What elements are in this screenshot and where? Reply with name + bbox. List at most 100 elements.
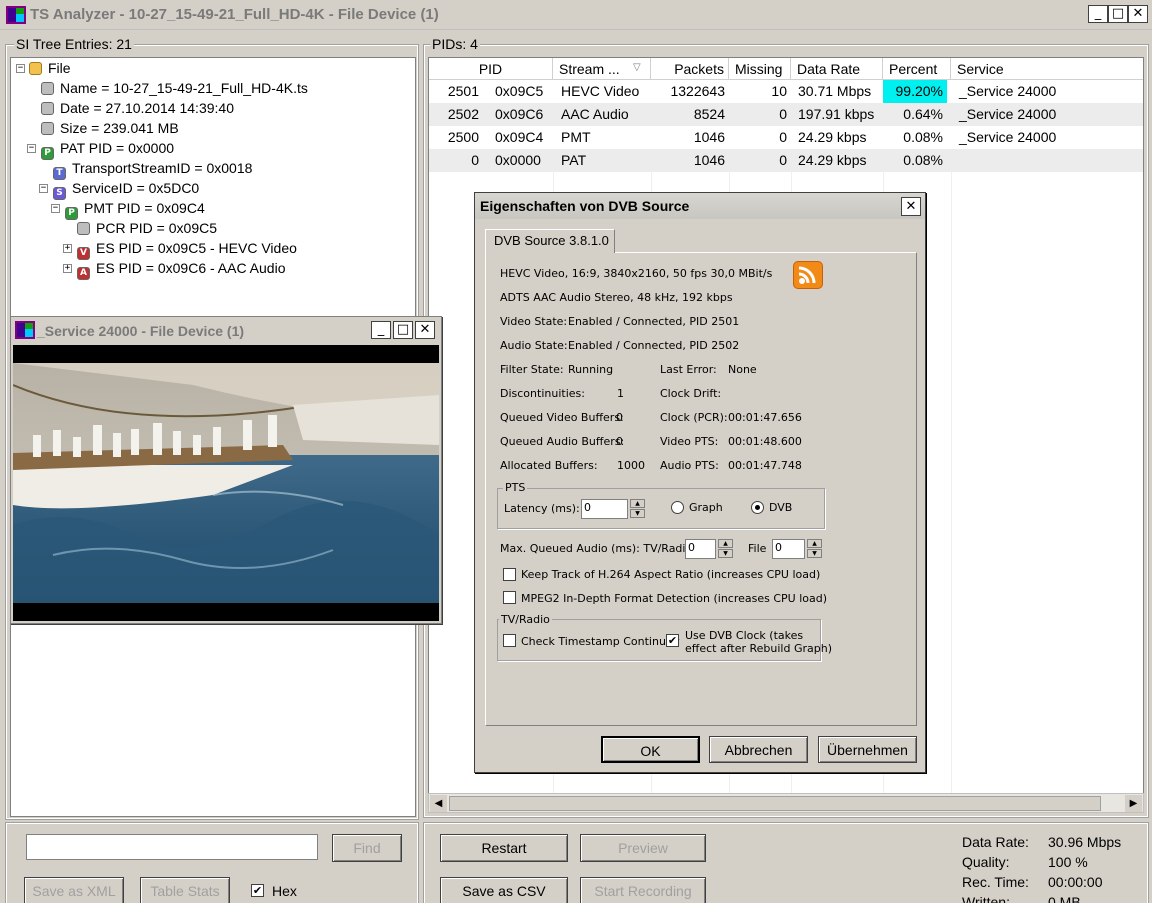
use-dvb-clock-checkbox[interactable]: ✔ — [666, 634, 679, 647]
video-maximize-button[interactable]: □ — [393, 321, 413, 339]
queued-audio-value: 0 — [616, 435, 623, 448]
audio-state-label: Audio State: — [500, 339, 568, 352]
tree-node-date[interactable]: Date = 27.10.2014 14:39:40 — [41, 98, 234, 118]
tree-expand-icon[interactable]: + — [63, 244, 72, 253]
tree-collapse-icon[interactable]: − — [51, 204, 60, 213]
column-header-percent[interactable]: Percent — [883, 58, 951, 80]
column-header-packets[interactable]: Packets — [651, 58, 729, 80]
latency-down-icon[interactable]: ▼ — [630, 509, 645, 518]
tree-node-pmt[interactable]: P PMT PID = 0x09C4 — [65, 198, 205, 220]
latency-up-icon[interactable]: ▲ — [630, 499, 645, 508]
audio-state-value: Enabled / Connected, PID 2502 — [568, 339, 740, 352]
tree-node-name[interactable]: Name = 10-27_15-49-21_Full_HD-4K.ts — [41, 78, 308, 98]
tree-node-pcr[interactable]: PCR PID = 0x09C5 — [77, 218, 217, 238]
scroll-right-icon[interactable]: ▶ — [1125, 795, 1142, 812]
tree-node-tsid[interactable]: T TransportStreamID = 0x0018 — [53, 158, 252, 180]
close-button[interactable]: ✕ — [1128, 5, 1148, 23]
mpeg2-label: MPEG2 In-Depth Format Detection (increas… — [521, 592, 828, 605]
discontinuities-value: 1 — [617, 387, 624, 400]
tv-up-icon[interactable]: ▲ — [718, 539, 733, 548]
tree-expand-icon[interactable]: + — [63, 264, 72, 273]
horizontal-scrollbar[interactable]: ◀ ▶ — [428, 793, 1144, 813]
save-as-csv-button[interactable]: Save as CSV — [440, 877, 568, 903]
audio-pts-value: 00:01:47.748 — [728, 459, 802, 472]
preview-button[interactable]: Preview — [580, 834, 706, 862]
allocated-buffers-label: Allocated Buffers: — [500, 459, 598, 472]
missing-cell: 0 — [779, 129, 787, 145]
column-header-pid[interactable]: PID — [429, 58, 553, 80]
table-stats-button[interactable]: Table Stats — [140, 877, 230, 903]
video-state-label: Video State: — [500, 315, 568, 328]
last-error-value: None — [728, 363, 757, 376]
tree-node-es-audio[interactable]: A ES PID = 0x09C6 - AAC Audio — [77, 258, 286, 280]
scroll-left-icon[interactable]: ◀ — [430, 795, 447, 812]
mpeg2-checkbox[interactable] — [503, 591, 516, 604]
file-down-icon[interactable]: ▼ — [807, 549, 822, 558]
tree-node-pat[interactable]: P PAT PID = 0x0000 — [41, 138, 174, 160]
file-up-icon[interactable]: ▲ — [807, 539, 822, 548]
tree-node-es-video[interactable]: V ES PID = 0x09C5 - HEVC Video — [77, 238, 297, 260]
video-state-value: Enabled / Connected, PID 2501 — [568, 315, 740, 328]
restart-button[interactable]: Restart — [440, 834, 568, 862]
item-icon — [41, 82, 54, 95]
save-as-xml-button[interactable]: Save as XML — [24, 877, 124, 903]
keep-track-checkbox[interactable] — [503, 568, 516, 581]
tree-collapse-icon[interactable]: − — [27, 144, 36, 153]
dialog-title-bar: Eigenschaften von DVB Source ✕ — [475, 193, 925, 219]
queued-video-label: Queued Video Buffers: — [500, 411, 624, 424]
clock-pcr-label: Clock (PCR): — [660, 411, 728, 424]
minimize-button[interactable]: _ — [1088, 5, 1108, 23]
title-bar: TS Analyzer - 10-27_15-49-21_Full_HD-4K … — [0, 0, 1152, 30]
video-pts-label: Video PTS: — [660, 435, 719, 448]
apply-button[interactable]: Übernehmen — [818, 736, 917, 763]
column-header-service[interactable]: Service — [951, 58, 1143, 80]
video-window[interactable]: _Service 24000 - File Device (1) _ □ ✕ — [10, 316, 442, 624]
si-tree-header: SI Tree Entries: 21 — [14, 36, 134, 52]
tree-node-service[interactable]: S ServiceID = 0x5DC0 — [53, 178, 199, 200]
use-dvb-clock-label: Use DVB Clock (takes — [685, 629, 804, 642]
video-minimize-button[interactable]: _ — [371, 321, 391, 339]
written-label: Written: — [962, 894, 1010, 903]
video-frame — [13, 345, 439, 621]
dialog-close-button[interactable]: ✕ — [901, 197, 921, 216]
maximize-button[interactable]: □ — [1108, 5, 1128, 23]
last-error-label: Last Error: — [660, 363, 717, 376]
find-button[interactable]: Find — [332, 834, 402, 862]
stream-cell: PAT — [561, 152, 587, 168]
use-dvb-clock-label-2: effect after Rebuild Graph) — [685, 642, 832, 655]
app-icon — [6, 6, 26, 24]
written-value: 0 MB — [1048, 894, 1081, 903]
start-recording-button[interactable]: Start Recording — [580, 877, 706, 903]
tree-node-file[interactable]: File — [29, 58, 71, 78]
video-close-button[interactable]: ✕ — [415, 321, 435, 339]
tv-down-icon[interactable]: ▼ — [718, 549, 733, 558]
tree-collapse-icon[interactable]: − — [16, 64, 25, 73]
column-header-data-rate[interactable]: Data Rate — [791, 58, 883, 80]
tree-collapse-icon[interactable]: − — [39, 184, 48, 193]
dvb-radio[interactable] — [751, 501, 764, 514]
percent-cell: 99.20% — [883, 80, 947, 103]
max-queued-tv-input[interactable]: 0 — [685, 539, 716, 559]
check-timestamp-label: Check Timestamp Continuity — [521, 635, 680, 648]
missing-cell: 0 — [779, 152, 787, 168]
properties-dialog[interactable]: Eigenschaften von DVB Source ✕ DVB Sourc… — [474, 192, 926, 773]
tab-dvb-source[interactable]: DVB Source 3.8.1.0 — [485, 229, 615, 253]
item-icon — [41, 102, 54, 115]
ok-button[interactable]: OK — [601, 736, 700, 763]
max-queued-file-input[interactable]: 0 — [772, 539, 805, 559]
scrollbar-thumb[interactable] — [449, 796, 1101, 811]
check-timestamp-checkbox[interactable] — [503, 634, 516, 647]
graph-radio[interactable] — [671, 501, 684, 514]
search-input[interactable] — [26, 834, 318, 860]
hex-checkbox[interactable]: ✔ — [251, 884, 264, 897]
stream-cell: HEVC Video — [561, 83, 640, 99]
rss-icon — [793, 261, 823, 289]
video-pts-value: 00:01:48.600 — [728, 435, 802, 448]
dialog-title: Eigenschaften von DVB Source — [480, 198, 690, 214]
latency-input[interactable]: 0 — [581, 499, 628, 519]
hex-label: Hex — [272, 883, 297, 899]
max-queued-audio-label: Max. Queued Audio (ms): TV/Radio — [500, 542, 693, 555]
cancel-button[interactable]: Abbrechen — [709, 736, 808, 763]
column-header-missing[interactable]: Missing — [729, 58, 791, 80]
tree-node-size[interactable]: Size = 239.041 MB — [41, 118, 179, 138]
